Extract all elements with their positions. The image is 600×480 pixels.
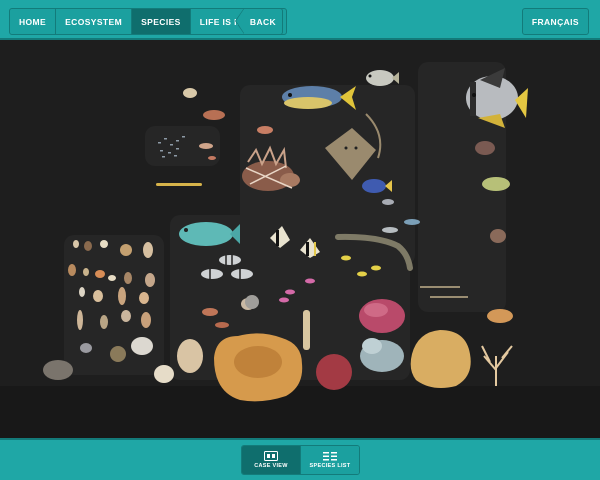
back-button[interactable]: BACK [235,8,283,35]
specimens [43,68,528,402]
right-column-fish-specimens[interactable] [382,141,510,243]
stingray-specimen[interactable] [325,113,382,180]
small-fish-specimen[interactable] [183,88,273,160]
top-navigation-bar: HOME ECOSYSTEM SPECIES LIFE IS IN CRISIS… [0,0,600,40]
brain-coral-specimen[interactable] [410,330,471,388]
pink-coral-specimen[interactable] [359,299,405,333]
branching-coral-specimen[interactable] [360,338,404,372]
lionfish-specimen[interactable] [242,145,300,191]
cowrie-shell-specimen[interactable] [487,309,513,323]
sea-pen-specimen[interactable] [303,310,310,350]
nav-tab-ecosystem[interactable]: ECOSYSTEM [56,9,133,34]
back-button-label: BACK [249,16,277,27]
sergeant-major-specimens[interactable] [201,255,253,279]
moray-eel-specimen[interactable] [335,233,413,271]
species-list-button[interactable]: SPECIES LIST [300,446,359,474]
needlefish-specimens[interactable] [420,286,468,298]
trumpetfish-specimen[interactable] [156,183,202,186]
case-view-label: CASE VIEW [254,463,288,469]
view-toggle: CASE VIEW SPECIES LIST [241,445,360,475]
sea-urchin-specimen[interactable] [316,354,352,390]
surgeonfish-specimen[interactable] [282,86,356,110]
pufferfish-specimen[interactable] [366,70,399,86]
fish-school-specimen[interactable] [158,136,185,158]
moorish-idol-specimens[interactable] [270,226,320,258]
case-view-button[interactable]: CASE VIEW [242,446,300,474]
specimen-case [0,40,600,438]
fan-coral-specimen[interactable] [481,345,513,386]
nav-tab-home[interactable]: HOME [10,9,57,34]
blue-damselfish-specimen[interactable] [362,179,392,193]
sponge-specimen[interactable] [214,333,303,402]
bottom-toolbar: CASE VIEW SPECIES LIST [0,438,600,480]
small-reef-fish-specimens[interactable] [202,255,381,329]
species-list-label: SPECIES LIST [309,463,351,469]
list-icon [323,452,337,461]
parrotfish-specimen[interactable] [179,222,240,246]
case-view-icon [264,451,278,461]
nav-tab-species[interactable]: SPECIES [132,9,191,34]
angelfish-specimen[interactable] [466,68,528,128]
language-button[interactable]: FRANÇAIS [521,8,589,35]
